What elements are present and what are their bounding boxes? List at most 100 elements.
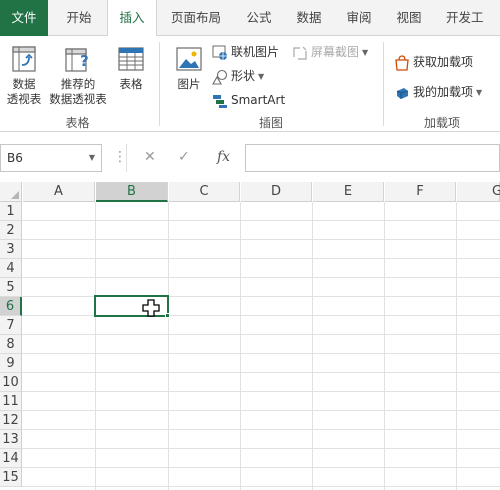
grid-line: [22, 486, 500, 487]
row-header-1[interactable]: 1: [0, 202, 22, 221]
column-header-d[interactable]: D: [241, 182, 312, 202]
grid-line: [22, 239, 500, 240]
row-header-10[interactable]: 10: [0, 373, 22, 392]
picture-icon: [176, 47, 202, 71]
shapes-label: 形状: [231, 69, 256, 83]
select-all-button[interactable]: [0, 182, 22, 202]
pivot-table-label-2: 透视表: [6, 92, 42, 106]
chevron-down-icon[interactable]: ▼: [89, 145, 95, 171]
name-box-value: B6: [7, 151, 23, 165]
smartart-icon: [213, 94, 227, 108]
online-pictures-button[interactable]: 联机图片: [212, 42, 279, 62]
table-button[interactable]: 表格: [112, 44, 150, 92]
pivot-table-label-1: 数据: [12, 77, 36, 91]
grid-line: [22, 220, 500, 221]
grid-line: [22, 429, 500, 430]
row-header-11[interactable]: 11: [0, 392, 22, 411]
column-header-g[interactable]: G: [457, 182, 500, 202]
shapes-icon: [212, 69, 228, 85]
grid-line: [22, 372, 500, 373]
tables-group-title: 表格: [65, 116, 90, 130]
row-header-6[interactable]: 6: [0, 297, 22, 316]
ribbon-insert-panel: 数据 透视表 ? 推荐的 数据透视表 表格 表格 图片 联机图片 屏幕截图 ▼ …: [0, 36, 500, 132]
fill-handle[interactable]: [165, 313, 170, 318]
pivot-table-button[interactable]: 数据 透视表: [2, 44, 46, 107]
row-header-8[interactable]: 8: [0, 335, 22, 354]
formula-bar-grip[interactable]: ⋮: [113, 148, 127, 166]
formula-bar: B6 ▼ ⋮ ✕ ✓ fx: [0, 132, 500, 182]
column-header-e[interactable]: E: [313, 182, 384, 202]
table-icon: [118, 47, 144, 71]
get-addins-button[interactable]: 获取加载项: [394, 52, 473, 72]
recommended-pivot-button[interactable]: ? 推荐的 数据透视表: [46, 44, 110, 107]
grid-line: [22, 410, 500, 411]
recommended-pivot-icon: ?: [65, 48, 89, 72]
my-addins-button[interactable]: 我的加载项 ▼: [394, 82, 482, 102]
insert-function-button[interactable]: fx: [217, 148, 230, 166]
column-header-b[interactable]: B: [96, 182, 168, 202]
addins-icon: [396, 87, 409, 99]
tab-file[interactable]: 文件: [0, 0, 48, 36]
row-header-7[interactable]: 7: [0, 316, 22, 335]
pictures-label: 图片: [177, 77, 201, 91]
row-header-14[interactable]: 14: [0, 449, 22, 468]
row-header-2[interactable]: 2: [0, 221, 22, 240]
addins-group-title: 加载项: [423, 116, 460, 130]
row-header-4[interactable]: 4: [0, 259, 22, 278]
grid-line: [384, 202, 385, 490]
tab-view[interactable]: 视图: [386, 0, 432, 36]
store-icon: [395, 54, 409, 71]
spreadsheet-grid[interactable]: A B C D E F G 1 2 3 4 5 6 7 8 9 10 11 12…: [0, 182, 500, 490]
smartart-button[interactable]: SmartArt: [212, 90, 285, 110]
column-header-a[interactable]: A: [23, 182, 95, 202]
illustrations-group-title: 插图: [258, 116, 283, 130]
grid-line: [22, 448, 500, 449]
screenshot-icon: [293, 46, 307, 60]
pictures-button[interactable]: 图片: [170, 44, 208, 92]
tab-page-layout[interactable]: 页面布局: [160, 0, 232, 36]
formula-input[interactable]: [245, 144, 500, 172]
enter-icon[interactable]: ✓: [178, 148, 190, 166]
online-picture-icon: [212, 45, 227, 60]
screenshot-button[interactable]: 屏幕截图 ▼: [292, 42, 368, 62]
grid-line: [22, 391, 500, 392]
grid-line: [22, 353, 500, 354]
grid-line: [22, 467, 500, 468]
grid-line: [22, 258, 500, 259]
row-header-9[interactable]: 9: [0, 354, 22, 373]
tab-review[interactable]: 审阅: [336, 0, 382, 36]
tab-data[interactable]: 数据: [286, 0, 332, 36]
grid-line: [95, 202, 96, 490]
row-header-15[interactable]: 15: [0, 468, 22, 487]
chevron-down-icon: ▼: [258, 71, 265, 81]
cancel-icon[interactable]: ✕: [144, 148, 156, 166]
screenshot-label: 屏幕截图: [311, 45, 360, 59]
column-header-c[interactable]: C: [169, 182, 240, 202]
recommended-pivot-label-2: 数据透视表: [49, 92, 107, 106]
ribbon-tab-bar: 文件 开始 插入 页面布局 公式 数据 审阅 视图 开发工: [0, 0, 500, 37]
get-addins-label: 获取加载项: [413, 55, 474, 69]
tab-home[interactable]: 开始: [52, 0, 106, 36]
shapes-button[interactable]: 形状 ▼: [212, 66, 264, 86]
cell-select-cursor-icon: [142, 299, 160, 317]
tab-insert[interactable]: 插入: [107, 0, 157, 37]
row-header-12[interactable]: 12: [0, 411, 22, 430]
column-header-f[interactable]: F: [385, 182, 456, 202]
grid-line: [22, 334, 500, 335]
tab-formulas[interactable]: 公式: [236, 0, 282, 36]
formula-divider: [126, 144, 127, 172]
row-header-5[interactable]: 5: [0, 278, 22, 297]
row-header-13[interactable]: 13: [0, 430, 22, 449]
grid-line: [240, 202, 241, 490]
recommended-pivot-label-1: 推荐的: [60, 77, 96, 91]
tab-developer[interactable]: 开发工: [436, 0, 500, 36]
chevron-down-icon: ▼: [362, 47, 369, 57]
table-label: 表格: [119, 77, 143, 91]
smartart-label: SmartArt: [231, 93, 286, 107]
my-addins-label: 我的加载项: [413, 85, 474, 99]
svg-text:?: ?: [80, 52, 89, 70]
name-box[interactable]: B6 ▼: [0, 144, 102, 172]
online-pictures-label: 联机图片: [231, 45, 280, 59]
row-header-3[interactable]: 3: [0, 240, 22, 259]
grid-line: [22, 277, 500, 278]
